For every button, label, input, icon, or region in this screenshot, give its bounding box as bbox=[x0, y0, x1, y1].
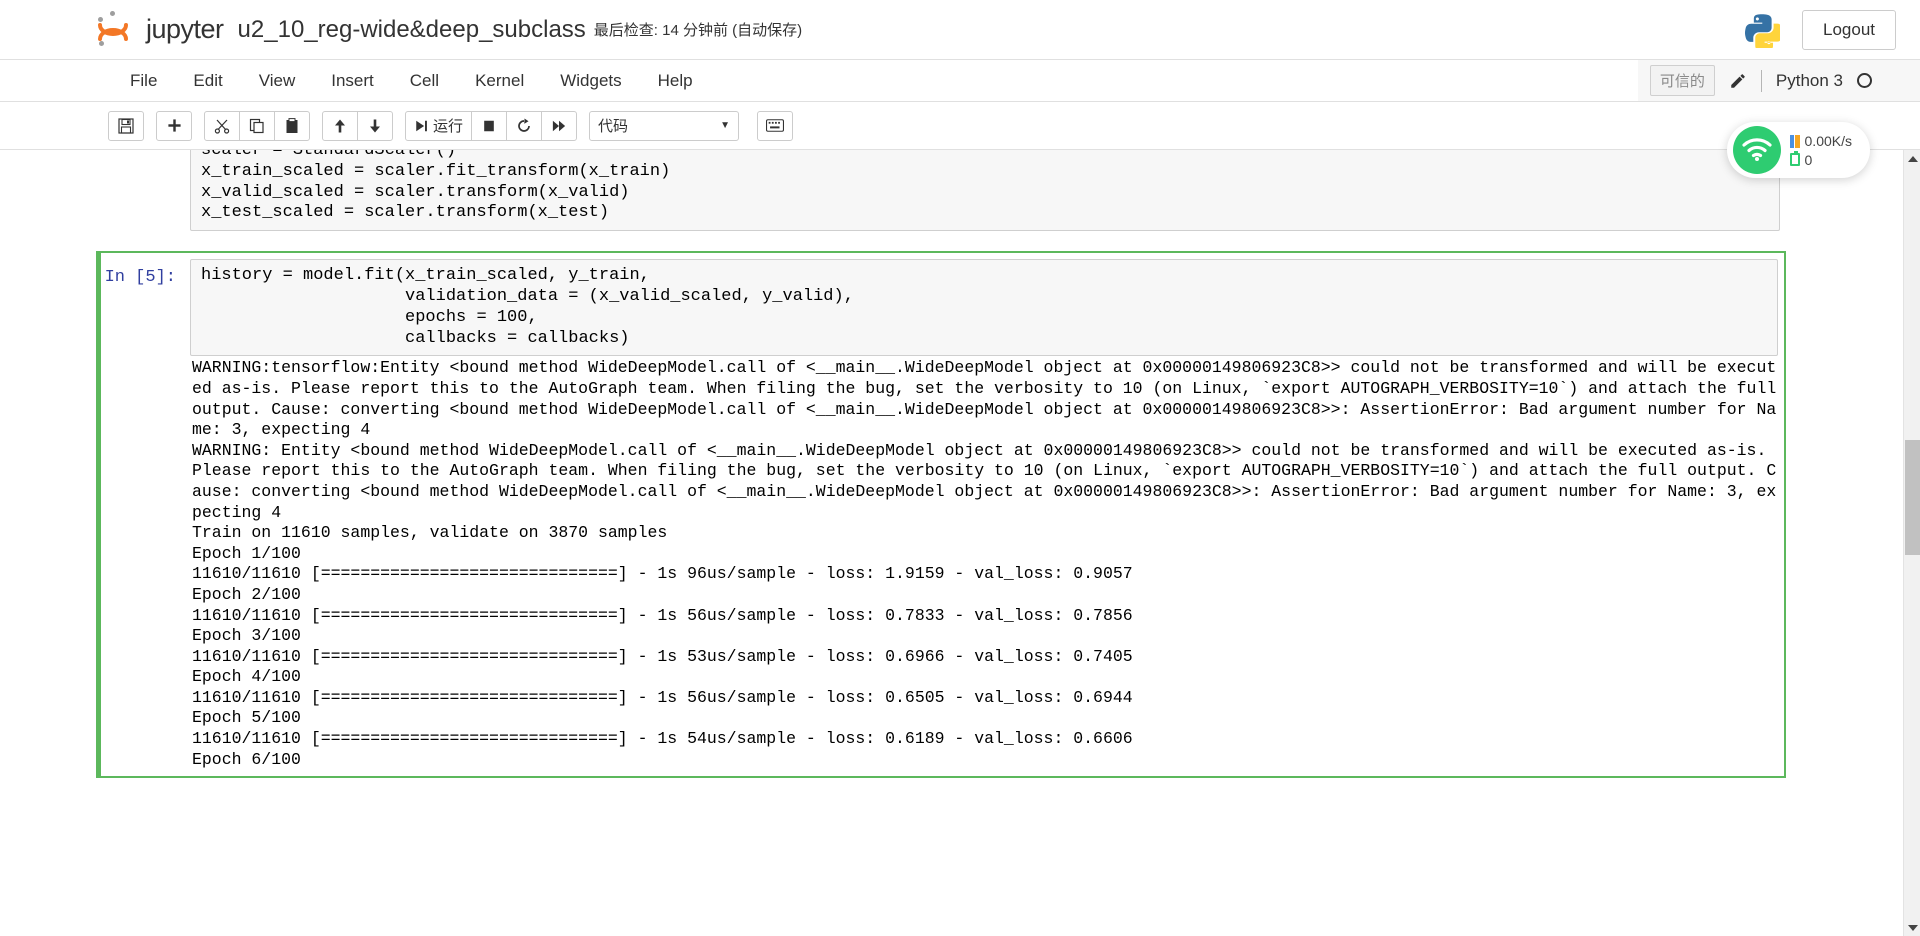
menu-item-edit[interactable]: Edit bbox=[175, 63, 240, 99]
jupyter-logo-group[interactable]: jupyter bbox=[96, 10, 224, 50]
notebook-cell-container: scaler = StandardScaler() x_train_scaled… bbox=[96, 150, 1786, 779]
copy-cell-button[interactable] bbox=[239, 110, 275, 141]
toolbar-group-clipboard bbox=[204, 110, 310, 141]
code-line: validation_data = (x_valid_scaled, y_val… bbox=[201, 286, 854, 306]
battery-icon bbox=[1789, 151, 1800, 166]
network-stats: 0.00K/s 0 bbox=[1789, 132, 1852, 168]
cell-output-area: WARNING:tensorflow:Entity <bound method … bbox=[190, 356, 1778, 770]
network-count-value: 0 bbox=[1804, 151, 1813, 168]
save-button[interactable] bbox=[108, 110, 144, 141]
insert-cell-below-button[interactable] bbox=[156, 110, 192, 141]
network-speed-row: 0.00K/s bbox=[1789, 132, 1852, 149]
menu-item-view[interactable]: View bbox=[241, 63, 314, 99]
jupyter-brand-text: jupyter bbox=[146, 14, 224, 44]
toolbar-group-palette bbox=[757, 110, 794, 141]
cell-type-value: 代码 bbox=[598, 118, 629, 135]
restart-and-run-all-button[interactable] bbox=[541, 110, 578, 141]
header-right-group: Logout bbox=[1744, 9, 1896, 50]
command-palette-button[interactable] bbox=[757, 110, 794, 141]
interrupt-kernel-button[interactable] bbox=[471, 110, 508, 141]
code-line: x_test_scaled = scaler.transform(x_test) bbox=[201, 203, 610, 223]
network-count-row: 0 bbox=[1789, 151, 1852, 168]
keyboard-icon bbox=[766, 119, 785, 132]
code-line: history = model.fit(x_train_scaled, y_tr… bbox=[201, 266, 650, 286]
chevron-down-icon: ▼ bbox=[720, 120, 731, 131]
vertical-scrollbar[interactable] bbox=[1903, 150, 1920, 936]
logout-button[interactable]: Logout bbox=[1802, 9, 1896, 50]
copy-icon bbox=[249, 118, 264, 133]
paste-icon bbox=[286, 117, 298, 133]
menu-item-cell[interactable]: Cell bbox=[392, 63, 457, 99]
stop-square-icon bbox=[484, 120, 494, 131]
code-line: callbacks = callbacks) bbox=[201, 328, 630, 348]
toolbar-group-insert bbox=[156, 110, 192, 141]
pencil-icon[interactable] bbox=[1729, 72, 1747, 90]
toolbar-group-save bbox=[108, 110, 144, 141]
menu-item-widgets[interactable]: Widgets bbox=[542, 63, 639, 99]
kernel-idle-circle-icon[interactable] bbox=[1857, 73, 1872, 88]
trusted-badge: 可信的 bbox=[1649, 65, 1715, 96]
menu-item-help[interactable]: Help bbox=[640, 63, 711, 99]
network-speed-value: 0.00K/s bbox=[1804, 132, 1852, 149]
menu-item-file[interactable]: File bbox=[112, 63, 175, 99]
menu-item-kernel[interactable]: Kernel bbox=[457, 63, 542, 99]
cut-cell-button[interactable] bbox=[204, 110, 240, 141]
code-cell-model-fit[interactable]: In [5]: history = model.fit(x_train_scal… bbox=[96, 251, 1786, 779]
cell-prompt bbox=[102, 150, 190, 231]
notebook-scroll-region[interactable]: scaler = StandardScaler() x_train_scaled… bbox=[0, 150, 1920, 936]
code-editor[interactable]: history = model.fit(x_train_scaled, y_tr… bbox=[190, 259, 1778, 357]
upload-download-arrow-icon bbox=[1789, 134, 1800, 148]
arrow-down-icon bbox=[370, 119, 380, 132]
cell-prompt: In [5]: bbox=[104, 268, 176, 288]
run-icon bbox=[416, 120, 427, 131]
arrow-up-icon bbox=[335, 119, 345, 132]
network-speed-widget[interactable]: 0.00K/s 0 bbox=[1726, 122, 1870, 178]
wifi-icon bbox=[1732, 126, 1781, 174]
run-cell-button[interactable]: 运行 bbox=[405, 110, 473, 141]
restart-icon bbox=[518, 118, 530, 132]
run-button-label: 运行 bbox=[433, 118, 464, 135]
toolbar-group-run: 运行 bbox=[405, 110, 578, 141]
kernel-indicator-name: Python 3 bbox=[1775, 70, 1843, 90]
notebook-toolbar: 运行 代码 ▼ bbox=[0, 102, 1920, 150]
notebook-name[interactable]: u2_10_reg-wide&deep_subclass bbox=[238, 16, 586, 44]
move-cell-down-button[interactable] bbox=[357, 110, 393, 141]
cell-type-select[interactable]: 代码 ▼ bbox=[589, 110, 740, 141]
code-line: scaler = StandardScaler() bbox=[201, 150, 457, 160]
scissors-icon bbox=[214, 119, 230, 134]
paste-cell-button[interactable] bbox=[274, 110, 310, 141]
code-line: x_train_scaled = scaler.fit_transform(x_… bbox=[201, 161, 671, 181]
plus-icon bbox=[167, 119, 181, 132]
restart-kernel-button[interactable] bbox=[506, 110, 543, 141]
menubar: File Edit View Insert Cell Kernel Widget… bbox=[0, 60, 1920, 102]
notebook-header: jupyter u2_10_reg-wide&deep_subclass 最后检… bbox=[0, 0, 1920, 60]
code-line: epochs = 100, bbox=[201, 307, 538, 327]
scroll-down-arrow-icon[interactable] bbox=[1904, 919, 1920, 936]
code-editor[interactable]: scaler = StandardScaler() x_train_scaled… bbox=[190, 150, 1780, 232]
menu-item-insert[interactable]: Insert bbox=[313, 63, 392, 99]
scroll-up-arrow-icon[interactable] bbox=[1904, 150, 1920, 167]
fast-forward-icon bbox=[552, 120, 566, 131]
menubar-divider bbox=[1760, 69, 1762, 92]
scrollbar-thumb[interactable] bbox=[1905, 440, 1920, 555]
menubar-right-group: 可信的 Python 3 bbox=[1637, 60, 1920, 101]
jupyter-notebook-app: jupyter u2_10_reg-wide&deep_subclass 最后检… bbox=[0, 0, 1920, 936]
move-cell-up-button[interactable] bbox=[322, 110, 358, 141]
code-line: x_valid_scaled = scaler.transform(x_vali… bbox=[201, 182, 630, 202]
python-logo-icon bbox=[1745, 13, 1780, 48]
checkpoint-status: 最后检查: 14 分钟前 (自动保存) bbox=[593, 22, 803, 39]
stream-output-text: WARNING:tensorflow:Entity <bound method … bbox=[192, 358, 1777, 769]
toolbar-group-move bbox=[322, 110, 393, 141]
floppy-disk-icon bbox=[118, 117, 134, 134]
jupyter-logo-icon bbox=[96, 10, 136, 50]
code-cell-scaler[interactable]: scaler = StandardScaler() x_train_scaled… bbox=[96, 150, 1786, 237]
